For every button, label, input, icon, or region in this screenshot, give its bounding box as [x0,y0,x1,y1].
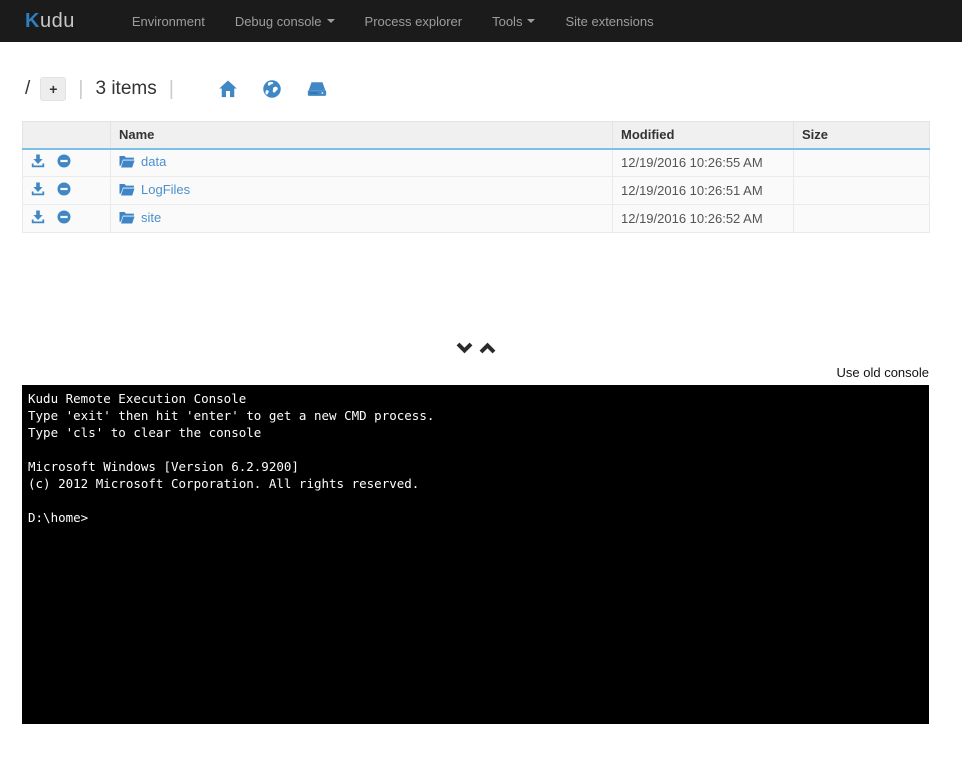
navbar-menu: Environment Debug console Process explor… [117,0,669,42]
nav-item-label: Process explorer [365,14,463,29]
chevron-up-icon[interactable] [479,342,496,354]
row-name: data [111,149,613,177]
item-count-label: 3 items [95,78,156,100]
nav-item-label: Debug console [235,14,322,29]
row-name: LogFiles [111,177,613,205]
kudu-logo-rest: udu [40,10,75,32]
execution-console[interactable]: Kudu Remote Execution Console Type 'exit… [22,385,929,724]
folder-icon [119,211,135,227]
console-prompt[interactable]: D:\home> [28,509,923,526]
row-size [794,177,930,205]
table-row: site 12/19/2016 10:26:52 AM [23,205,930,233]
drive-icon[interactable] [306,79,328,99]
row-size [794,205,930,233]
console-line: Type 'cls' to clear the console [28,424,923,441]
header-modified: Modified [613,122,794,149]
nav-item-label: Environment [132,14,205,29]
main-content: / + | 3 items | [0,74,962,724]
row-size [794,149,930,177]
row-name: site [111,205,613,233]
table-row: LogFiles 12/19/2016 10:26:51 AM [23,177,930,205]
kudu-logo[interactable]: Kudu [25,10,75,33]
table-row: data 12/19/2016 10:26:55 AM [23,149,930,177]
separator: | [169,78,174,101]
console-line: (c) 2012 Microsoft Corporation. All righ… [28,475,923,492]
console-line [28,441,923,458]
kudu-logo-k: K [25,10,40,32]
caret-down-icon [327,19,335,23]
nav-item-debug-console[interactable]: Debug console [220,0,350,42]
globe-icon[interactable] [262,79,282,99]
nav-item-label: Site extensions [565,14,653,29]
folder-link[interactable]: LogFiles [141,182,190,197]
delete-icon[interactable] [57,182,71,199]
separator: | [78,78,83,101]
home-icon[interactable] [218,79,238,99]
breadcrumb-root-link[interactable]: / [25,78,30,100]
folder-link[interactable]: data [141,154,166,169]
nav-item-tools[interactable]: Tools [477,0,550,42]
console-line: Microsoft Windows [Version 6.2.9200] [28,458,923,475]
console-line [28,492,923,509]
console-resize-controls [22,339,929,357]
download-icon[interactable] [31,210,45,227]
folder-icon [119,155,135,171]
row-modified: 12/19/2016 10:26:51 AM [613,177,794,205]
delete-icon[interactable] [57,210,71,227]
row-modified: 12/19/2016 10:26:55 AM [613,149,794,177]
row-actions [23,205,111,233]
file-table: Name Modified Size data [22,121,930,233]
download-icon[interactable] [31,182,45,199]
chevron-down-icon[interactable] [456,342,473,354]
top-navbar: Kudu Environment Debug console Process e… [0,0,962,42]
use-old-console-link[interactable]: Use old console [837,365,930,380]
folder-icon [119,183,135,199]
console-line: Type 'exit' then hit 'enter' to get a ne… [28,407,923,424]
table-header-row: Name Modified Size [23,122,930,149]
header-actions [23,122,111,149]
row-actions [23,177,111,205]
toolbar-icons [206,79,340,99]
nav-item-label: Tools [492,14,522,29]
old-console-row: Use old console [22,365,929,382]
row-actions [23,149,111,177]
caret-down-icon [527,19,535,23]
nav-item-environment[interactable]: Environment [117,0,220,42]
nav-item-process-explorer[interactable]: Process explorer [350,0,478,42]
add-item-button[interactable]: + [40,77,66,101]
folder-link[interactable]: site [141,210,161,225]
console-line: Kudu Remote Execution Console [28,390,923,407]
row-modified: 12/19/2016 10:26:52 AM [613,205,794,233]
header-size: Size [794,122,930,149]
download-icon[interactable] [31,154,45,171]
header-name: Name [111,122,613,149]
nav-item-site-extensions[interactable]: Site extensions [550,0,668,42]
delete-icon[interactable] [57,154,71,171]
breadcrumb: / + | 3 items | [22,74,929,104]
